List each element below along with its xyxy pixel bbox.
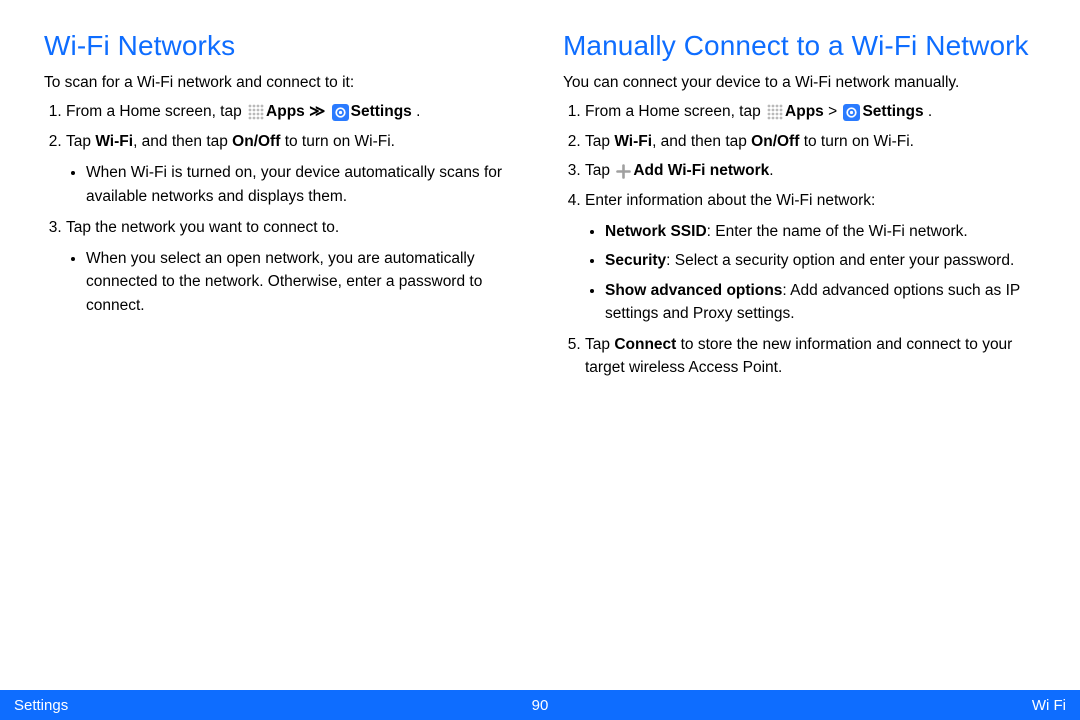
page-footer: Settings 90 Wi Fi — [0, 690, 1080, 720]
onoff-bold: On/Off — [751, 133, 799, 150]
right-step2-post: to turn on Wi-Fi. — [799, 133, 914, 150]
left-step3-bullet: When you select an open network, you are… — [86, 247, 521, 317]
right-step-4: Enter information about the Wi-Fi networ… — [585, 189, 1040, 325]
apps-grid-icon — [248, 101, 264, 124]
manual-page: Wi-Fi Networks To scan for a Wi-Fi netwo… — [0, 0, 1080, 720]
settings-gear-icon — [843, 101, 860, 124]
left-intro: To scan for a Wi-Fi network and connect … — [44, 72, 521, 94]
security-bold: Security — [605, 252, 666, 269]
right-step-3: Tap Add Wi-Fi network. — [585, 159, 1040, 183]
left-step2-bullet: When Wi-Fi is turned on, your device aut… — [86, 161, 521, 208]
footer-page-number: 90 — [532, 697, 549, 714]
wifi-bold: Wi-Fi — [95, 133, 133, 150]
right-step4-bullet-1: Network SSID: Enter the name of the Wi-F… — [605, 220, 1040, 243]
connect-bold: Connect — [614, 336, 676, 353]
right-step4-bullets: Network SSID: Enter the name of the Wi-F… — [585, 220, 1040, 325]
settings-label: Settings — [862, 103, 923, 120]
network-ssid-rest: : Enter the name of the Wi-Fi network. — [707, 223, 968, 240]
onoff-bold: On/Off — [232, 133, 280, 150]
advanced-bold: Show advanced options — [605, 282, 782, 299]
right-step-1: From a Home screen, tap Apps > Settings … — [585, 100, 1040, 124]
network-ssid-bold: Network SSID — [605, 223, 707, 240]
footer-topic-name: Wi Fi — [1032, 697, 1066, 714]
left-step-3: Tap the network you want to connect to. … — [66, 216, 521, 317]
period: . — [924, 103, 933, 120]
plus-icon — [616, 160, 631, 183]
security-rest: : Select a security option and enter you… — [666, 252, 1014, 269]
breadcrumb-separator: > — [824, 103, 842, 120]
apps-label: Apps — [266, 103, 305, 120]
apps-grid-icon — [767, 101, 783, 124]
left-step2-pre: Tap — [66, 133, 95, 150]
apps-label: Apps — [785, 103, 824, 120]
right-step3-post: . — [769, 162, 773, 179]
right-step4-bullet-2: Security: Select a security option and e… — [605, 249, 1040, 272]
right-step-2: Tap Wi-Fi, and then tap On/Off to turn o… — [585, 130, 1040, 153]
right-steps: From a Home screen, tap Apps > Settings … — [563, 100, 1040, 379]
footer-section-name: Settings — [14, 697, 68, 714]
left-step2-bullets: When Wi-Fi is turned on, your device aut… — [66, 161, 521, 208]
left-title: Wi-Fi Networks — [44, 30, 521, 62]
right-step-5: Tap Connect to store the new information… — [585, 333, 1040, 380]
settings-gear-icon — [332, 101, 349, 124]
right-intro: You can connect your device to a Wi-Fi n… — [563, 72, 1040, 94]
right-step5-pre: Tap — [585, 336, 614, 353]
wifi-bold: Wi-Fi — [614, 133, 652, 150]
left-step-1: From a Home screen, tap Apps ≫ Settings … — [66, 100, 521, 124]
period: . — [412, 103, 421, 120]
left-step2-mid: , and then tap — [133, 133, 232, 150]
left-step3-text: Tap the network you want to connect to. — [66, 219, 339, 236]
right-step2-pre: Tap — [585, 133, 614, 150]
left-step2-post: to turn on Wi-Fi. — [280, 133, 395, 150]
breadcrumb-separator: ≫ — [305, 103, 330, 120]
left-step1-pre: From a Home screen, tap — [66, 103, 246, 120]
right-step1-pre: From a Home screen, tap — [585, 103, 765, 120]
left-steps: From a Home screen, tap Apps ≫ Settings … — [44, 100, 521, 316]
right-column: Manually Connect to a Wi-Fi Network You … — [563, 30, 1040, 386]
right-title: Manually Connect to a Wi-Fi Network — [563, 30, 1040, 62]
left-step3-bullets: When you select an open network, you are… — [66, 247, 521, 317]
left-step-2: Tap Wi-Fi, and then tap On/Off to turn o… — [66, 130, 521, 208]
two-column-layout: Wi-Fi Networks To scan for a Wi-Fi netwo… — [0, 0, 1080, 386]
add-wifi-label: Add Wi-Fi network — [633, 162, 769, 179]
left-column: Wi-Fi Networks To scan for a Wi-Fi netwo… — [44, 30, 521, 386]
right-step4-text: Enter information about the Wi-Fi networ… — [585, 192, 875, 209]
right-step2-mid: , and then tap — [652, 133, 751, 150]
settings-label: Settings — [351, 103, 412, 120]
right-step4-bullet-3: Show advanced options: Add advanced opti… — [605, 279, 1040, 326]
right-step3-pre: Tap — [585, 162, 614, 179]
